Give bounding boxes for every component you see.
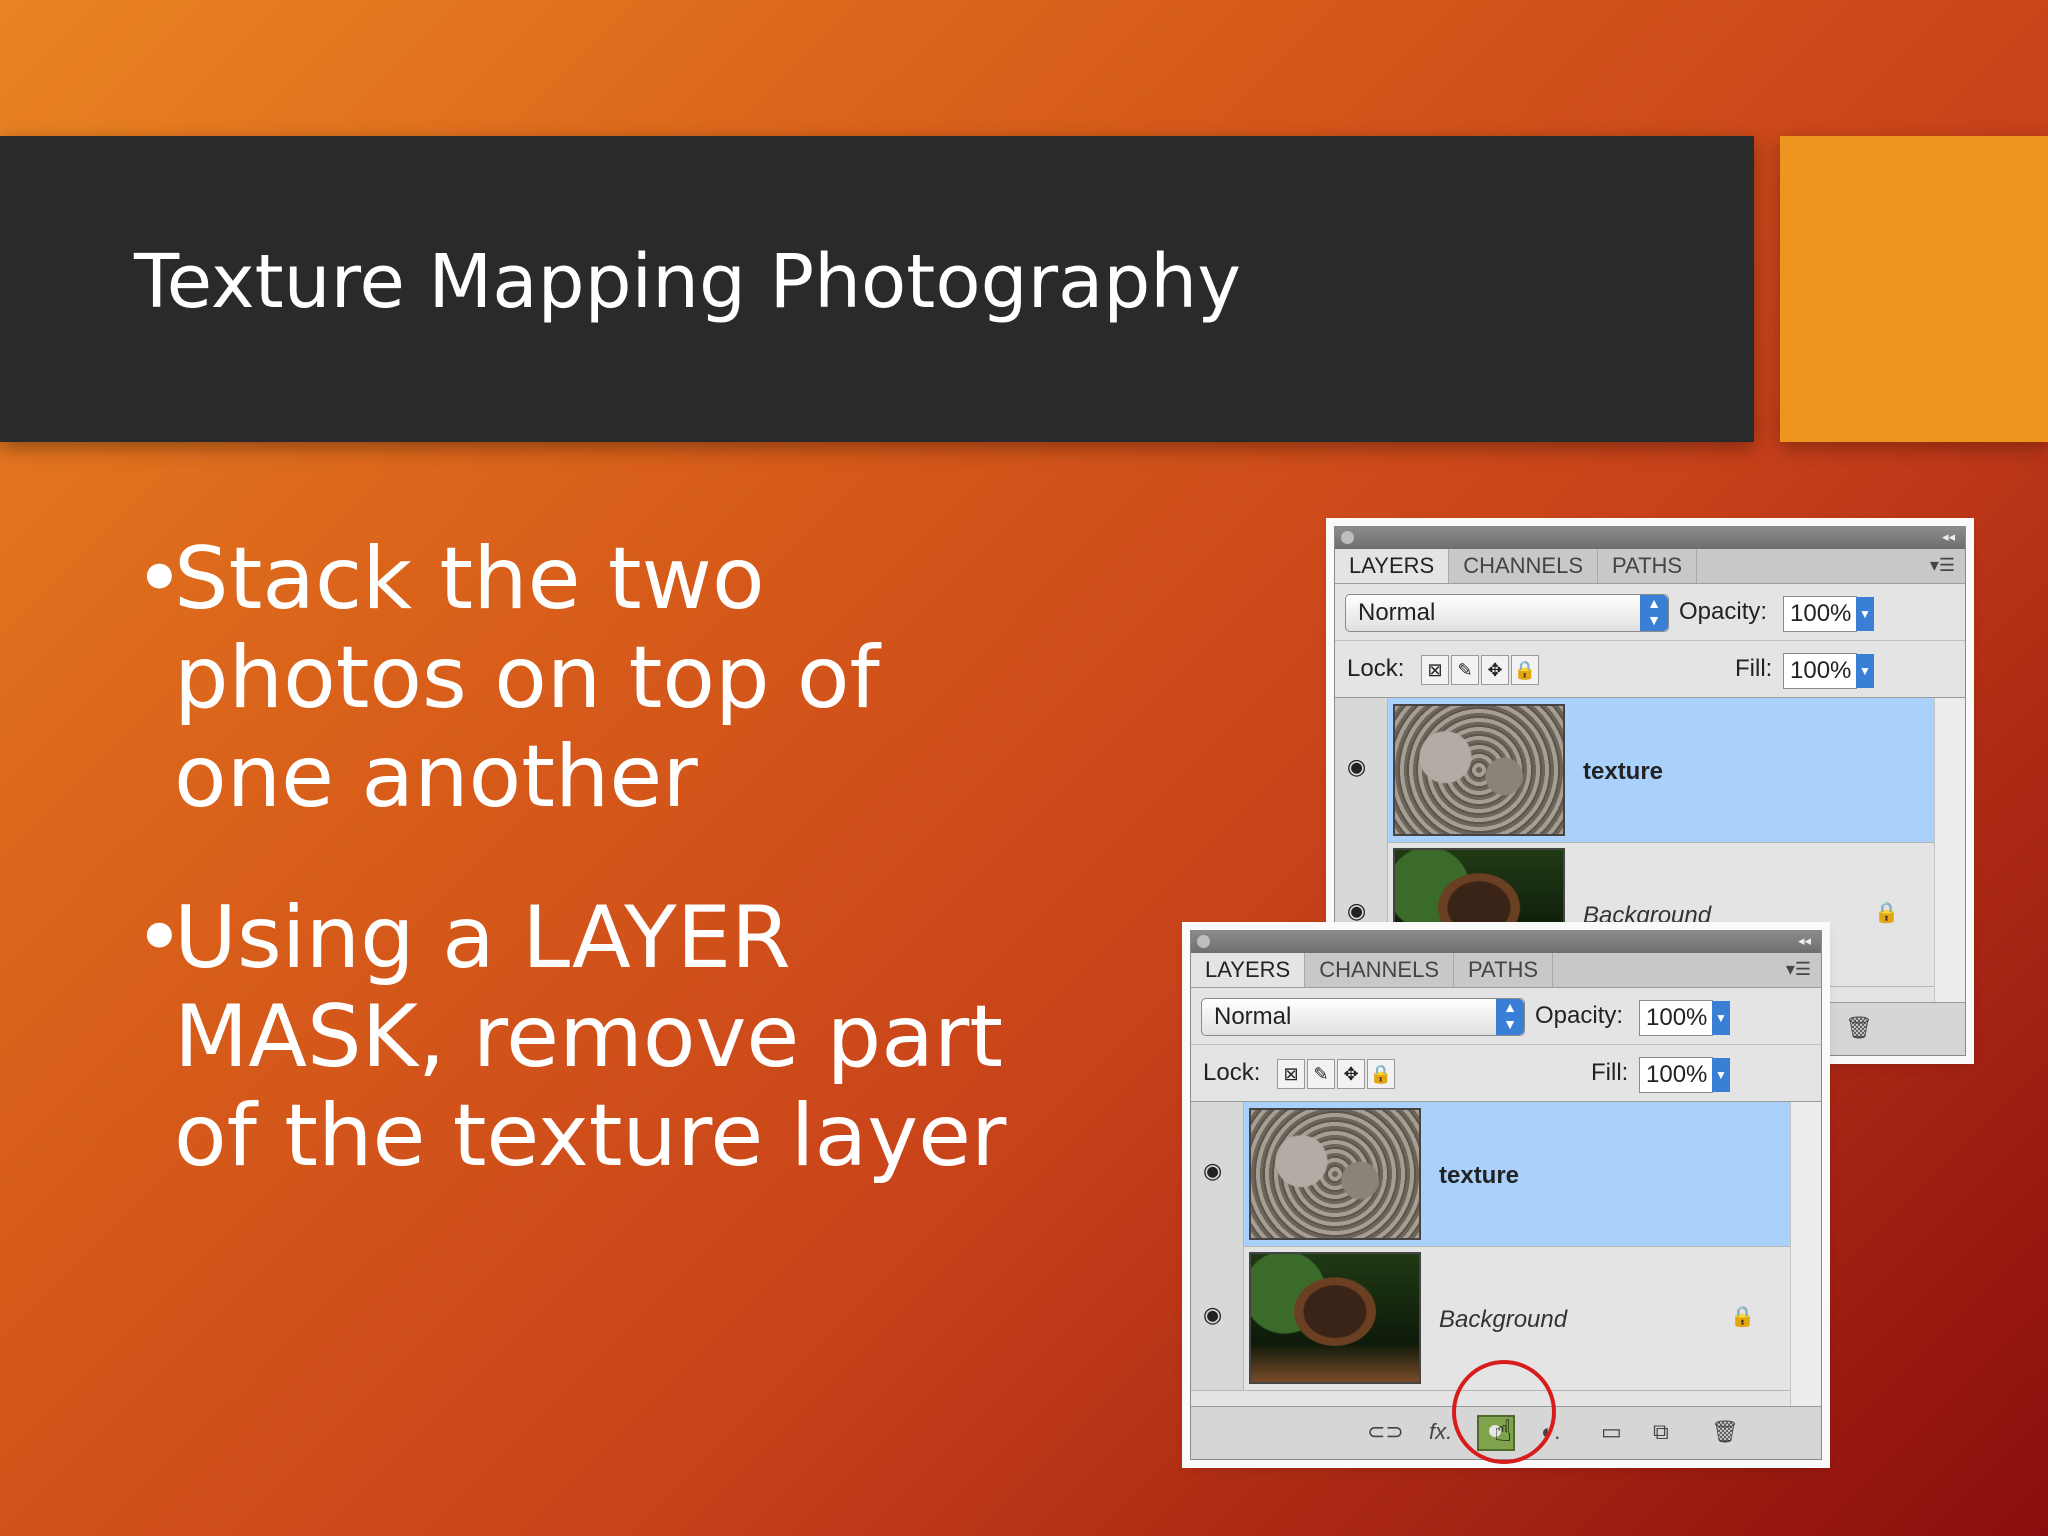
opacity-field[interactable]: 100% ▼: [1639, 1000, 1730, 1036]
layer-name: texture: [1439, 1162, 1520, 1189]
collapse-icon[interactable]: ◂◂: [1798, 933, 1811, 949]
eye-icon: ◉: [1347, 898, 1367, 923]
blend-mode-value: Normal: [1358, 599, 1436, 626]
stepper-icon[interactable]: ▲ ▼: [1640, 595, 1668, 631]
lock-row: Lock: ⊠ ✎ ✥ 🔒 Fill: 100% ▼: [1191, 1044, 1821, 1103]
lock-row: Lock: ⊠ ✎ ✥ 🔒 Fill: 100% ▼: [1335, 640, 1965, 699]
layer-name: Background: [1583, 902, 1712, 929]
visibility-toggle[interactable]: ◉: [1335, 698, 1388, 842]
lock-move-icon[interactable]: ✥: [1481, 655, 1509, 685]
panel-tabs: LAYERS CHANNELS PATHS ▾☰: [1191, 953, 1821, 988]
visibility-toggle[interactable]: ◉: [1191, 1246, 1244, 1390]
lock-transparency-icon[interactable]: ⊠: [1421, 655, 1449, 685]
layer-thumbnail: [1249, 1252, 1421, 1384]
bullet-item: • Using a LAYER MASK, remove part of the…: [134, 889, 1034, 1186]
opacity-label: Opacity:: [1535, 1002, 1624, 1029]
tab-paths[interactable]: PATHS: [1454, 953, 1554, 987]
panel-tabs: LAYERS CHANNELS PATHS ▾☰: [1335, 549, 1965, 584]
folder-icon[interactable]: ▭: [1601, 1419, 1622, 1445]
scrollbar[interactable]: [1934, 698, 1965, 1003]
panel-titlebar: ◂◂: [1191, 931, 1821, 953]
layer-thumbnail: [1249, 1108, 1421, 1240]
fill-value: 100%: [1790, 657, 1852, 684]
lock-icon: 🔒: [1874, 902, 1899, 924]
layer-thumbnail: [1393, 704, 1565, 836]
opacity-value: 100%: [1790, 600, 1852, 627]
panel-menu-icon[interactable]: ▾☰: [1786, 959, 1811, 980]
panel-menu-icon[interactable]: ▾☰: [1930, 555, 1955, 576]
bullet-symbol: •: [134, 888, 185, 988]
lock-icons: ⊠ ✎ ✥ 🔒: [1421, 655, 1541, 685]
stepper-icon[interactable]: ▲ ▼: [1496, 999, 1524, 1035]
visibility-toggle[interactable]: ◉: [1191, 1102, 1244, 1246]
trash-icon[interactable]: 🗑: [1845, 1015, 1873, 1041]
trash-icon[interactable]: 🗑: [1711, 1419, 1739, 1445]
fill-label: Fill:: [1735, 655, 1773, 682]
tab-channels[interactable]: CHANNELS: [1449, 549, 1598, 583]
link-icon[interactable]: ⊂⊃: [1367, 1419, 1404, 1445]
fill-value: 100%: [1646, 1061, 1708, 1088]
blend-mode-select[interactable]: Normal ▲ ▼: [1345, 594, 1669, 632]
lock-move-icon[interactable]: ✥: [1337, 1059, 1365, 1089]
accent-block: [1780, 136, 2048, 442]
panel-titlebar: ◂◂: [1335, 527, 1965, 549]
layer-row-texture[interactable]: ◉ texture: [1191, 1102, 1791, 1247]
lock-all-icon[interactable]: 🔒: [1367, 1059, 1395, 1089]
lock-label: Lock:: [1203, 1059, 1261, 1086]
new-layer-icon[interactable]: ⧉: [1653, 1419, 1669, 1445]
scrollbar[interactable]: [1790, 1102, 1821, 1407]
chevron-down-icon[interactable]: ▼: [1856, 654, 1874, 688]
eye-icon: ◉: [1347, 754, 1367, 779]
lock-all-icon[interactable]: 🔒: [1511, 655, 1539, 685]
chevron-down-icon[interactable]: ▼: [1712, 1058, 1730, 1092]
tab-paths[interactable]: PATHS: [1598, 549, 1698, 583]
lock-icons: ⊠ ✎ ✥ 🔒: [1277, 1059, 1397, 1089]
layer-name: texture: [1583, 758, 1664, 785]
fill-field[interactable]: 100% ▼: [1639, 1057, 1730, 1093]
blend-row: Normal ▲ ▼ Opacity: 100% ▼: [1191, 988, 1821, 1044]
bullet-item: • Stack the two photos on top of one ano…: [134, 530, 1034, 827]
collapse-icon[interactable]: ◂◂: [1942, 529, 1955, 545]
tab-layers[interactable]: LAYERS: [1191, 953, 1306, 987]
bullet-text: Stack the two photos on top of one anoth…: [174, 529, 880, 827]
lock-icon: 🔒: [1730, 1306, 1755, 1328]
lock-paint-icon[interactable]: ✎: [1451, 655, 1479, 685]
fill-label: Fill:: [1591, 1059, 1629, 1086]
tab-channels[interactable]: CHANNELS: [1305, 953, 1454, 987]
bullet-symbol: •: [134, 529, 185, 629]
fill-field[interactable]: 100% ▼: [1783, 653, 1874, 689]
eye-icon: ◉: [1203, 1158, 1223, 1183]
lock-label: Lock:: [1347, 655, 1405, 682]
slide-title: Texture Mapping Photography: [134, 239, 1242, 325]
bullet-list: • Stack the two photos on top of one ano…: [134, 530, 1034, 1248]
close-icon[interactable]: [1341, 531, 1354, 544]
layer-name: Background: [1439, 1306, 1568, 1333]
opacity-value: 100%: [1646, 1004, 1708, 1031]
chevron-down-icon[interactable]: ▼: [1712, 1001, 1730, 1035]
blend-row: Normal ▲ ▼ Opacity: 100% ▼: [1335, 584, 1965, 640]
eye-icon: ◉: [1203, 1302, 1223, 1327]
blend-mode-select[interactable]: Normal ▲ ▼: [1201, 998, 1525, 1036]
fx-icon[interactable]: fx.: [1429, 1419, 1452, 1445]
hand-cursor-icon: ☝: [1494, 1414, 1513, 1449]
close-icon[interactable]: [1197, 935, 1210, 948]
layer-row-texture[interactable]: ◉ texture: [1335, 698, 1935, 843]
opacity-field[interactable]: 100% ▼: [1783, 596, 1874, 632]
lock-paint-icon[interactable]: ✎: [1307, 1059, 1335, 1089]
lock-transparency-icon[interactable]: ⊠: [1277, 1059, 1305, 1089]
tab-layers[interactable]: LAYERS: [1335, 549, 1450, 583]
bullet-text: Using a LAYER MASK, remove part of the t…: [174, 888, 1007, 1186]
opacity-label: Opacity:: [1679, 598, 1768, 625]
blend-mode-value: Normal: [1214, 1003, 1292, 1030]
chevron-down-icon[interactable]: ▼: [1856, 597, 1874, 631]
